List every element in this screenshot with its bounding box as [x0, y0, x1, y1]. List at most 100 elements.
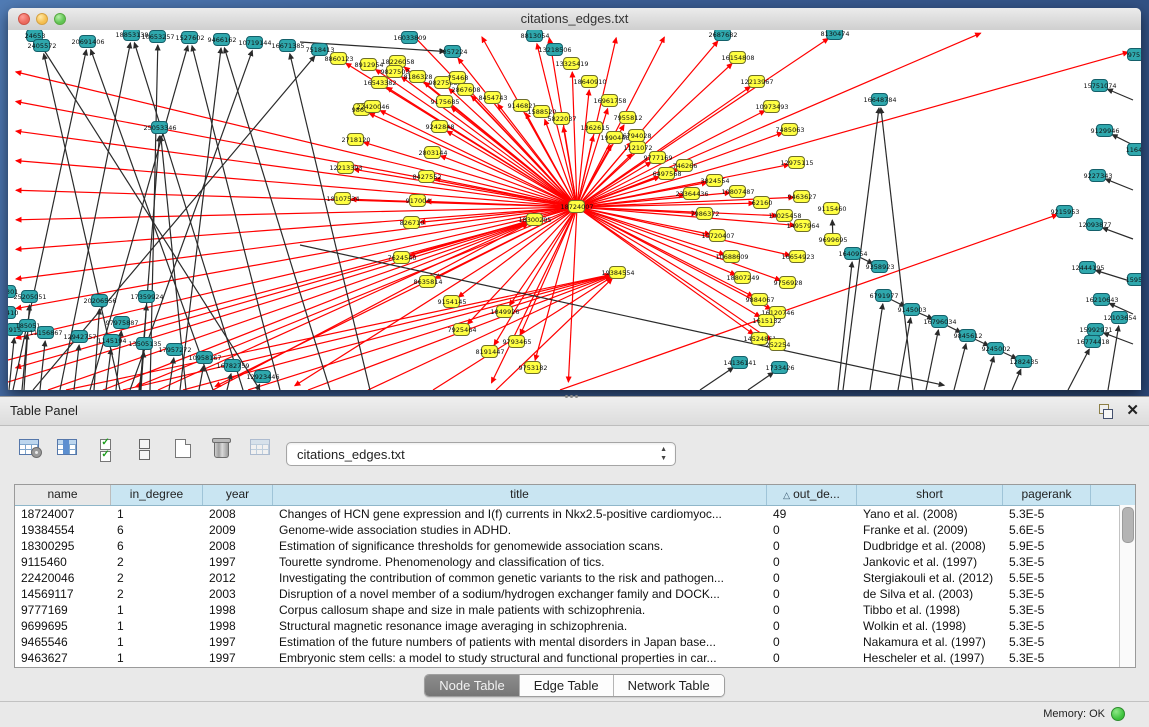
graph-node[interactable] — [103, 334, 120, 347]
graph-node[interactable] — [443, 295, 460, 308]
graph-node[interactable] — [629, 141, 646, 154]
graph-node[interactable] — [513, 99, 530, 112]
column-header-title[interactable]: title — [273, 485, 767, 505]
graph-node[interactable] — [748, 75, 765, 88]
graph-node[interactable] — [1127, 273, 1141, 286]
graph-node[interactable] — [1127, 48, 1141, 61]
graph-node[interactable] — [871, 260, 888, 273]
graph-node[interactable] — [758, 314, 775, 327]
table-panel-header[interactable]: Table Panel ✕ — [0, 396, 1149, 426]
graph-node[interactable] — [151, 121, 168, 134]
tab-edge-table[interactable]: Edge Table — [520, 675, 614, 696]
graph-node[interactable] — [533, 105, 550, 118]
graph-node[interactable] — [71, 330, 88, 343]
graph-node[interactable] — [386, 65, 403, 78]
table-row[interactable]: 1456911722003Disruption of a novel membe… — [15, 586, 1135, 602]
graph-node[interactable] — [563, 57, 580, 70]
graph-node[interactable] — [751, 293, 768, 306]
graph-node[interactable] — [771, 361, 788, 374]
graph-node[interactable] — [826, 30, 843, 40]
graph-node[interactable] — [8, 285, 16, 298]
graph-node[interactable] — [714, 30, 731, 41]
graph-node[interactable] — [113, 316, 130, 329]
table-row[interactable]: 2242004622012Investigating the contribut… — [15, 570, 1135, 586]
graph-node[interactable] — [246, 36, 263, 49]
column-header-out_de[interactable]: △out_de... — [767, 485, 857, 505]
graph-node[interactable] — [401, 31, 418, 44]
graph-node[interactable] — [931, 315, 948, 328]
graph-node[interactable] — [224, 359, 241, 372]
graph-node[interactable] — [279, 39, 296, 52]
table-vertical-scrollbar[interactable] — [1119, 505, 1135, 667]
graph-node[interactable] — [123, 30, 140, 41]
graph-node[interactable] — [496, 305, 513, 318]
graph-node[interactable] — [481, 345, 498, 358]
table-row[interactable]: 946362711997Embryonic stem cells: a mode… — [15, 650, 1135, 666]
graph-node[interactable] — [1079, 261, 1096, 274]
graph-node[interactable] — [987, 342, 1004, 355]
graph-node[interactable] — [196, 351, 213, 364]
graph-node[interactable] — [453, 323, 470, 336]
graph-node[interactable] — [1086, 218, 1103, 231]
graph-node[interactable] — [903, 303, 920, 316]
graph-node[interactable] — [419, 275, 436, 288]
graph-node[interactable] — [581, 75, 598, 88]
graph-node[interactable] — [424, 146, 441, 159]
graph-node[interactable] — [311, 43, 328, 56]
graph-node[interactable] — [601, 94, 618, 107]
graph-node[interactable] — [709, 229, 726, 242]
table-row[interactable]: 1938455462009Genome-wide association stu… — [15, 522, 1135, 538]
graph-node[interactable] — [149, 30, 166, 43]
graph-node[interactable] — [330, 52, 347, 65]
graph-node[interactable] — [136, 337, 153, 350]
graph-node[interactable] — [347, 133, 364, 146]
graph-node[interactable] — [788, 156, 805, 169]
float-panel-icon[interactable] — [1097, 403, 1113, 419]
column-header-name[interactable]: name — [15, 485, 111, 505]
table-selector-dropdown[interactable]: citations_edges.txt ▲▼ — [286, 442, 676, 466]
table-row[interactable]: 969969511998Structural magnetic resonanc… — [15, 618, 1135, 634]
graph-node[interactable] — [409, 194, 426, 207]
graph-node[interactable] — [823, 202, 840, 215]
graph-node[interactable] — [436, 95, 453, 108]
graph-node[interactable] — [524, 361, 541, 374]
table-row[interactable]: 946554611997Estimation of the future num… — [15, 634, 1135, 650]
graph-node[interactable] — [91, 294, 108, 307]
graph-node[interactable] — [181, 31, 198, 44]
graph-node[interactable] — [444, 45, 461, 58]
graph-node[interactable] — [79, 35, 96, 48]
graph-node[interactable] — [213, 33, 230, 46]
column-header-pagerank[interactable]: pagerank — [1003, 485, 1091, 505]
graph-node[interactable] — [1089, 169, 1106, 182]
graph-node[interactable] — [418, 170, 435, 183]
graph-node[interactable] — [794, 219, 811, 232]
table-row[interactable]: 911546021997Tourette syndrome. Phenomeno… — [15, 554, 1135, 570]
graph-node[interactable] — [658, 167, 675, 180]
graph-node[interactable] — [546, 43, 563, 56]
table-row[interactable]: 977716911998Corpus callosum shape and si… — [15, 602, 1135, 618]
tab-network-table[interactable]: Network Table — [614, 675, 724, 696]
graph-node[interactable] — [871, 93, 888, 106]
row-height-icon[interactable] — [129, 436, 159, 468]
graph-node[interactable] — [1056, 205, 1073, 218]
column-header-year[interactable]: year — [203, 485, 273, 505]
graph-node[interactable] — [526, 213, 543, 226]
network-window[interactable]: citations_edges.txt 24653240557220691406… — [8, 8, 1141, 390]
create-table-icon[interactable] — [168, 436, 198, 468]
graph-node[interactable] — [734, 271, 751, 284]
network-canvas[interactable]: 2465324055722069140618853138106532571527… — [8, 30, 1141, 390]
graph-node[interactable] — [706, 174, 723, 187]
graph-node[interactable] — [33, 39, 50, 52]
graph-node[interactable] — [371, 76, 388, 89]
graph-node[interactable] — [1111, 311, 1128, 324]
graph-node[interactable] — [729, 185, 746, 198]
graph-node[interactable] — [37, 326, 54, 339]
graph-node[interactable] — [21, 290, 38, 303]
graph-node[interactable] — [1096, 124, 1113, 137]
graph-node[interactable] — [776, 209, 793, 222]
graph-node[interactable] — [729, 51, 746, 64]
graph-node[interactable] — [568, 200, 585, 213]
graph-node[interactable] — [360, 58, 377, 71]
graph-node[interactable] — [138, 290, 155, 303]
graph-node[interactable] — [763, 100, 780, 113]
